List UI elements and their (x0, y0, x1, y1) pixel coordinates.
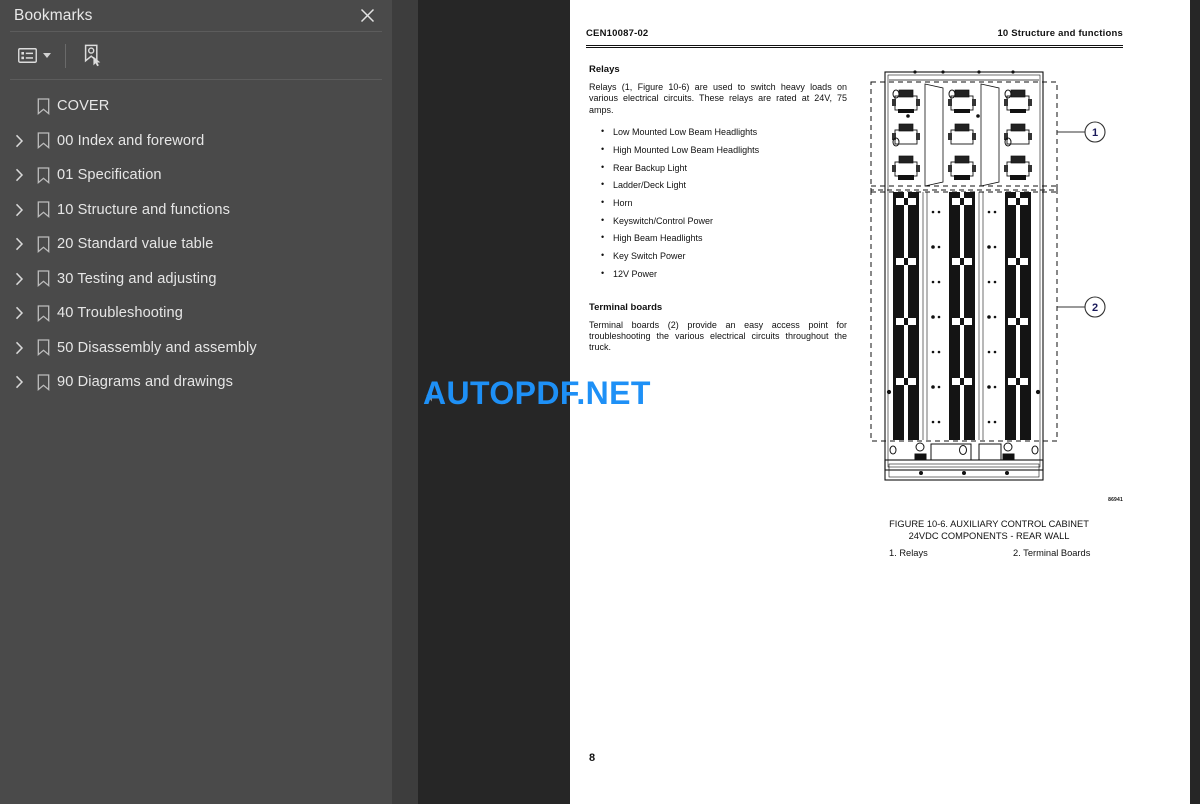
bookmark-icon (30, 374, 57, 391)
expand-arrow-icon[interactable] (8, 237, 30, 251)
list-item: Ladder/Deck Light (589, 176, 847, 195)
bookmark-item-20-standard-value-table[interactable]: 20 Standard value table (0, 227, 392, 262)
figure-caption: FIGURE 10-6. AUXILIARY CONTROL CABINET 2… (863, 519, 1115, 542)
bookmark-item-label: 01 Specification (57, 167, 162, 184)
list-item: Low Mounted Low Beam Headlights (589, 123, 847, 142)
expand-arrow-icon[interactable] (8, 375, 30, 389)
figure-legend-item-1: 1. Relays (889, 548, 928, 559)
figure-caption-line-2: 24VDC COMPONENTS - REAR WALL (908, 530, 1070, 541)
page-number: 8 (589, 752, 596, 764)
header-rule (586, 45, 1123, 48)
bookmarks-toolbar (0, 32, 392, 79)
page-running-header: CEN10087-02 10 Structure and functions (586, 28, 1123, 39)
auxiliary-control-cabinet-drawing: 1 2 (870, 70, 1106, 481)
document-code: CEN10087-02 (586, 28, 649, 39)
bookmark-item-40-troubleshooting[interactable]: 40 Troubleshooting (0, 296, 392, 331)
document-section-title: 10 Structure and functions (997, 28, 1123, 39)
section-heading-relays: Relays (589, 64, 620, 75)
list-item: 12V Power (589, 265, 847, 284)
bookmark-icon (30, 132, 57, 150)
callout-1-number: 1 (1092, 127, 1098, 139)
viewer-gutter-right (1190, 0, 1200, 804)
section-paragraph-relays: Relays (1, Figure 10-6) are used to swit… (589, 82, 847, 115)
bookmark-item-90-diagrams-and-drawings[interactable]: 90 Diagrams and drawings (0, 365, 392, 400)
expand-arrow-icon[interactable] (8, 306, 30, 320)
figure-legend: 1. Relays 2. Terminal Boards (863, 548, 1115, 558)
pdf-viewer-window: Bookmarks COVER 00 Index and foreword 01… (0, 0, 1200, 804)
bookmark-item-10-structure-and-functions[interactable]: 10 Structure and functions (0, 193, 392, 228)
expand-arrow-icon[interactable] (8, 203, 30, 217)
bookmark-item-01-specification[interactable]: 01 Specification (0, 158, 392, 193)
viewer-gutter-left (418, 0, 570, 804)
pdf-page: CEN10087-02 10 Structure and functions R… (570, 0, 1190, 804)
section-paragraph-terminal-boards: Terminal boards (2) provide an easy acce… (589, 319, 847, 353)
bookmark-options-icon[interactable] (14, 44, 55, 67)
section-heading-terminal-boards: Terminal boards (589, 301, 663, 313)
bookmarks-panel: Bookmarks COVER 00 Index and foreword 01… (0, 0, 392, 804)
bookmarks-panel-title: Bookmarks (14, 6, 93, 24)
bookmark-icon (30, 305, 57, 322)
figure-legend-item-2: 2. Terminal Boards (1013, 548, 1091, 559)
bookmark-item-30-testing-and-adjusting[interactable]: 30 Testing and adjusting (0, 262, 392, 297)
expand-arrow-icon[interactable] (8, 341, 30, 355)
new-bookmark-icon[interactable] (78, 41, 108, 70)
bookmarks-panel-header: Bookmarks (0, 0, 392, 31)
bookmark-item-label: 20 Standard value table (57, 236, 214, 253)
bookmark-icon (30, 339, 57, 357)
chevron-down-icon[interactable] (43, 53, 51, 58)
toolbar-separator (65, 43, 66, 68)
bookmark-icon (30, 236, 57, 253)
relay-function-list: Low Mounted Low Beam Headlights High Mou… (589, 123, 847, 284)
collapse-left-icon[interactable] (424, 387, 434, 403)
expand-arrow-icon[interactable] (8, 272, 30, 286)
bookmark-item-label: 50 Disassembly and assembly (57, 339, 257, 356)
callout-2-number: 2 (1092, 302, 1098, 314)
expand-arrow-icon[interactable] (8, 134, 30, 148)
bookmark-icon (30, 98, 57, 115)
list-item: Key Switch Power (589, 247, 847, 266)
document-text-column: Relays Relays (1, Figure 10-6) are used … (589, 64, 847, 354)
panel-resize-handle[interactable] (392, 0, 418, 804)
figure-id-code: 86941 (1108, 497, 1123, 503)
bookmark-icon (30, 270, 57, 288)
bookmark-item-label: 00 Index and foreword (57, 132, 205, 149)
bookmark-item-label: COVER (57, 98, 110, 115)
list-item: High Mounted Low Beam Headlights (589, 141, 847, 160)
bookmark-icon (30, 201, 57, 219)
bookmark-item-label: 90 Diagrams and drawings (57, 374, 233, 391)
bookmark-item-00-index-and-foreword[interactable]: 00 Index and foreword (0, 124, 392, 159)
expand-arrow-icon[interactable] (8, 168, 30, 182)
bookmark-item-50-disassembly-and-assembly[interactable]: 50 Disassembly and assembly (0, 331, 392, 366)
figure-caption-line-1: FIGURE 10-6. AUXILIARY CONTROL CABINET (889, 519, 1089, 529)
bookmark-item-cover[interactable]: COVER (0, 89, 392, 124)
bookmark-list[interactable]: COVER 00 Index and foreword 01 Specifica… (0, 80, 392, 804)
figure-illustration: 1 2 86941 (863, 62, 1123, 517)
close-icon[interactable] (357, 6, 377, 26)
bookmark-item-label: 30 Testing and adjusting (57, 270, 217, 287)
document-page-area[interactable]: CEN10087-02 10 Structure and functions R… (570, 0, 1200, 804)
bookmark-icon (30, 167, 57, 184)
bookmark-item-label: 40 Troubleshooting (57, 305, 183, 322)
list-item: Rear Backup Light (589, 159, 847, 178)
list-item: High Beam Headlights (589, 229, 847, 248)
figure-10-6: 1 2 86941 FIGURE 10-6. AUXILIARY CONTROL… (863, 62, 1123, 558)
list-item: Keyswitch/Control Power (589, 212, 847, 231)
list-item: Horn (589, 194, 847, 213)
bookmark-item-label: 10 Structure and functions (57, 201, 230, 218)
